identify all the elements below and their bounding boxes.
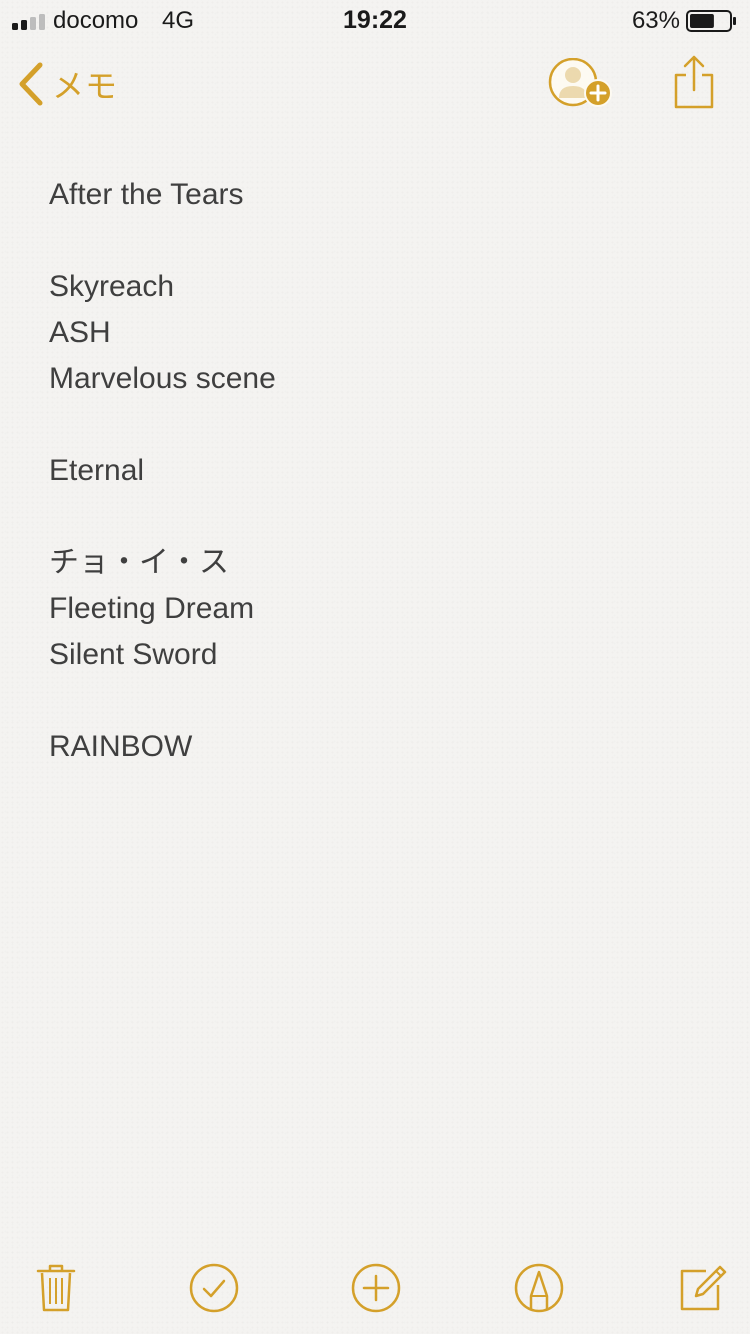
bottom-toolbar (0, 1246, 750, 1334)
status-bar: docomo 4G 19:22 63% (0, 0, 750, 40)
note-line: Skyreach (49, 270, 175, 303)
sketch-button[interactable] (509, 1258, 569, 1318)
note-content[interactable]: After the Tears Skyreach ASH Marvelous s… (49, 172, 709, 770)
chevron-left-icon (19, 62, 43, 106)
navigation-bar: メモ (0, 40, 750, 128)
note-line: ASH (49, 316, 111, 349)
pen-tip-circle-icon (514, 1263, 564, 1313)
checkmark-circle-icon (189, 1263, 239, 1313)
note-line: チョ・イ・ス (49, 546, 229, 579)
back-button[interactable]: メモ (18, 60, 118, 108)
add-person-icon[interactable] (547, 58, 617, 110)
note-line (49, 494, 709, 540)
trash-icon (36, 1264, 76, 1312)
note-line (49, 678, 709, 724)
note-line (49, 218, 709, 264)
delete-button[interactable] (26, 1258, 86, 1318)
note-line: RAINBOW (49, 730, 193, 763)
note-line: Marvelous scene (49, 362, 276, 395)
note-line: After the Tears (49, 178, 244, 211)
compose-button[interactable] (672, 1258, 732, 1318)
note-line (49, 402, 709, 448)
battery-percent: 63% (631, 7, 680, 34)
note-line: Silent Sword (49, 638, 218, 671)
add-attachment-button[interactable] (346, 1258, 406, 1318)
battery-icon (686, 10, 736, 32)
compose-icon (680, 1265, 727, 1311)
plus-circle-icon (351, 1263, 401, 1313)
note-line: Fleeting Dream (49, 592, 255, 625)
share-icon[interactable] (672, 54, 716, 112)
note-line: Eternal (49, 454, 145, 487)
back-label: メモ (52, 68, 119, 104)
checklist-button[interactable] (184, 1258, 244, 1318)
